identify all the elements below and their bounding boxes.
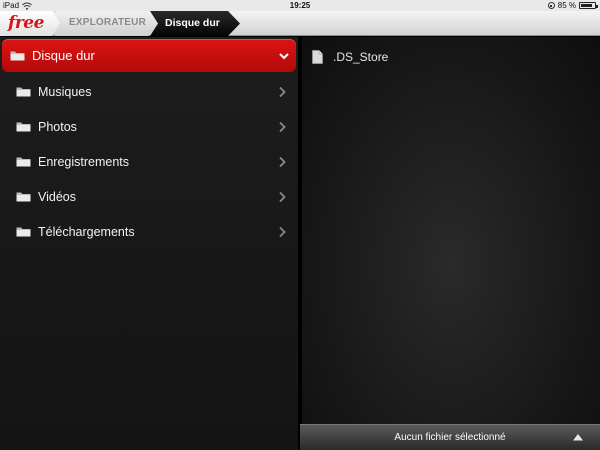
sidebar-item-label: Disque dur [32,48,95,63]
folder-icon [16,87,31,97]
battery-icon [579,2,598,9]
sidebar-item-label: Musiques [38,84,92,99]
expand-up-icon[interactable] [573,433,583,441]
selection-status: Aucun fichier sélectionné [394,432,506,443]
folder-icon [16,157,31,167]
folder-icon [16,192,31,202]
status-bar: iPad 19:25 85 % [0,0,600,11]
folder-list: Disque dur Musiques Photos Enregistrements V… [0,37,300,450]
folder-icon [16,122,31,132]
sidebar-item-label: Photos [38,119,77,134]
sidebar-item[interactable]: Musiques [0,74,298,109]
battery-percent: 85 % [557,1,576,10]
folder-icon [10,51,25,61]
logo-text: free [8,13,44,33]
breadcrumb-label: EXPLORATEUR [69,17,147,28]
breadcrumb-label: Disque dur [165,17,220,29]
chevron-right-icon [279,121,286,133]
folder-icon [16,227,31,237]
sidebar-item[interactable]: Enregistrements [0,144,298,179]
file-name: .DS_Store [333,50,389,64]
rotation-lock-icon [547,2,555,9]
status-right: 85 % [547,0,598,11]
breadcrumb-explorateur[interactable]: EXPLORATEUR [54,11,158,36]
sidebar-item[interactable]: Photos [0,109,298,144]
file-list: .DS_Store [302,37,600,450]
chevron-down-icon [279,53,289,60]
sidebar-item-label: Enregistrements [38,154,130,169]
sidebar-item[interactable]: Disque dur [2,39,296,72]
status-time: 19:25 [289,1,311,10]
chevron-right-icon [279,226,286,238]
breadcrumb-current: Disque dur [150,11,240,36]
navigation-bar: free EXPLORATEUR Disque dur [0,11,600,36]
sidebar-item[interactable]: Vidéos [0,179,298,214]
sidebar-item[interactable]: Téléchargements [0,214,298,249]
file-icon [312,50,323,64]
free-logo[interactable]: free [0,11,60,36]
file-item[interactable]: .DS_Store [312,48,388,66]
sidebar-item-label: Téléchargements [38,224,135,239]
chevron-right-icon [279,156,286,168]
sidebar-item-label: Vidéos [38,189,76,204]
chevron-right-icon [279,86,286,98]
selection-bar[interactable]: Aucun fichier sélectionné [300,424,600,450]
chevron-right-icon [279,191,286,203]
